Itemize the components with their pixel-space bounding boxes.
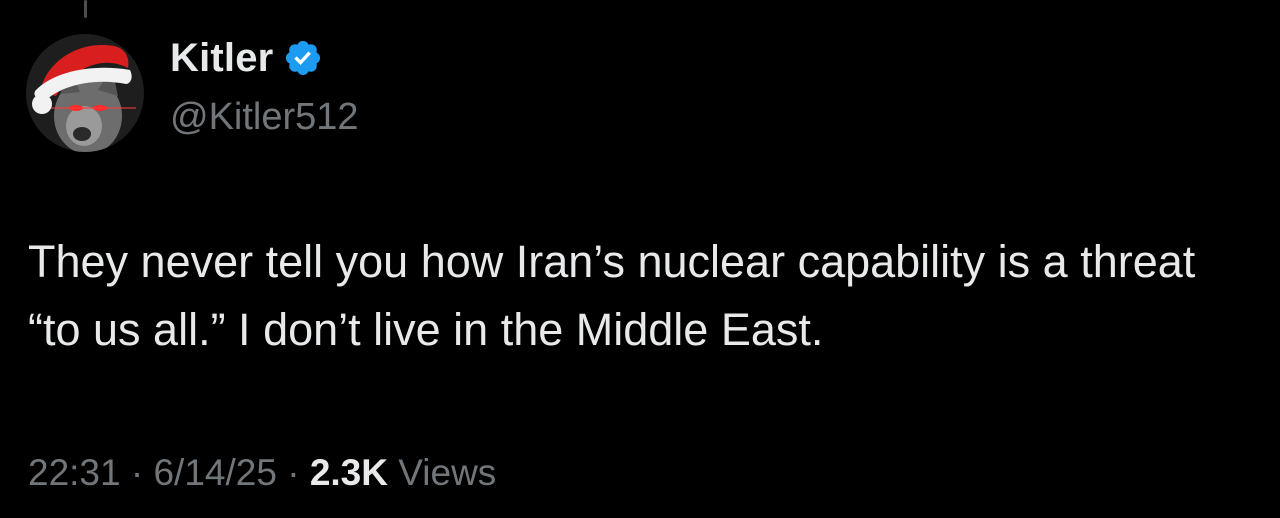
tweet-time[interactable]: 22:31 [28, 452, 121, 493]
tweet-header: Kitler @Kitler512 [170, 30, 359, 142]
author-display-name[interactable]: Kitler [170, 30, 273, 86]
tweet-text: They never tell you how Iran’s nuclear c… [28, 236, 1196, 355]
author-handle[interactable]: @Kitler512 [170, 92, 359, 142]
views-count[interactable]: 2.3K [310, 452, 388, 493]
thread-connector-line [84, 0, 87, 18]
verified-badge-icon[interactable] [283, 38, 323, 78]
cat-santa-hat-avatar-icon [26, 34, 144, 152]
tweet-date[interactable]: 6/14/25 [153, 452, 276, 493]
tweet-meta: 22:31 · 6/14/25 · 2.3K Views [28, 447, 496, 499]
meta-separator: · [287, 452, 300, 493]
name-row: Kitler [170, 30, 359, 86]
meta-separator: · [130, 452, 144, 493]
views-label[interactable]: Views [398, 452, 496, 493]
avatar[interactable] [26, 34, 144, 152]
